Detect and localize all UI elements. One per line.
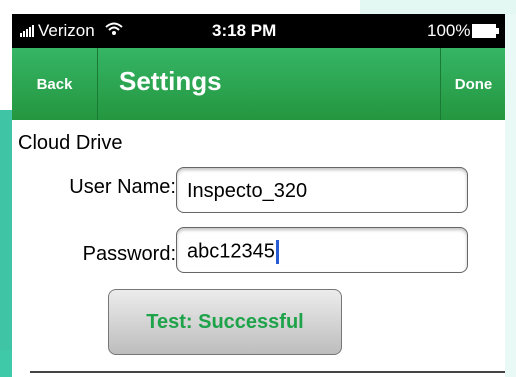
- background-teal-right: [505, 14, 516, 377]
- status-left: Verizon: [20, 21, 123, 41]
- battery-percentage: 100%: [427, 21, 471, 40]
- password-value: abc12345: [187, 240, 275, 263]
- text-cursor: [275, 240, 279, 264]
- page-title: Settings: [119, 66, 222, 96]
- background-teal-left: [0, 110, 12, 377]
- back-button[interactable]: Back: [12, 48, 98, 120]
- password-field[interactable]: abc12345: [176, 227, 468, 273]
- password-label: Password:: [82, 243, 176, 265]
- username-value: Inspecto_320: [187, 180, 308, 202]
- wifi-icon: [105, 22, 123, 41]
- status-bar: Verizon 3:18 PM 100%: [12, 14, 505, 48]
- test-connection-button[interactable]: Test: Successful: [108, 289, 342, 355]
- navigation-bar: Back Settings Done: [12, 48, 505, 120]
- status-time: 3:18 PM: [212, 21, 277, 40]
- section-divider: [30, 371, 505, 373]
- carrier-name: Verizon: [38, 21, 95, 40]
- phone-screen: Verizon 3:18 PM 100% Back Settings Done …: [12, 14, 505, 377]
- background-teal-top-right: [360, 0, 516, 14]
- signal-bars-icon: [20, 25, 34, 37]
- username-field[interactable]: Inspecto_320: [176, 167, 468, 213]
- section-title: Cloud Drive: [18, 132, 123, 154]
- battery-icon: [472, 24, 499, 38]
- done-button[interactable]: Done: [440, 48, 505, 120]
- username-label: User Name:: [69, 176, 176, 198]
